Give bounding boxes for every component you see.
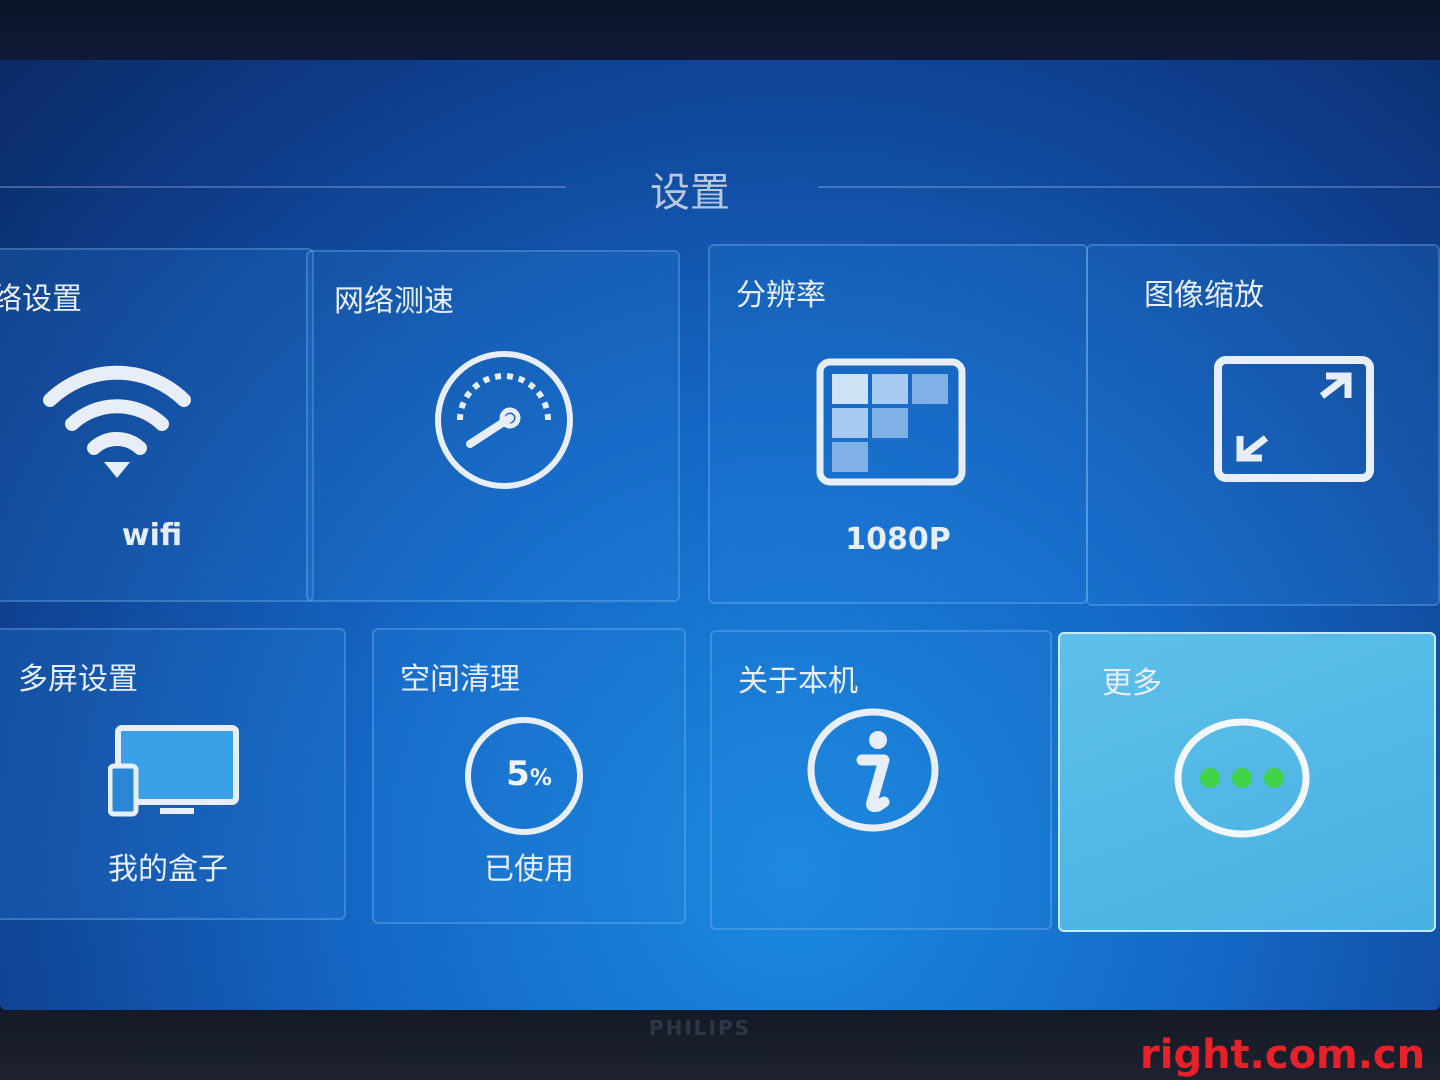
- page-title: 设置: [650, 170, 730, 216]
- header-divider-left: [0, 186, 566, 188]
- usage-percent: 5%: [374, 754, 684, 794]
- info-icon: [807, 708, 939, 832]
- header-divider-right: [818, 186, 1440, 188]
- tile-caption: 已使用: [484, 852, 574, 887]
- tile-caption: 1080P: [845, 522, 951, 557]
- tile-title: 关于本机: [738, 664, 858, 699]
- tile-resolution[interactable]: 分辨率 1080P: [708, 244, 1088, 604]
- phone-monitor-icon: [108, 725, 239, 817]
- tv-brand-logo: PHILIPS: [648, 1016, 752, 1040]
- tile-title: 网络测速: [334, 284, 454, 319]
- tile-title: 络设置: [0, 282, 82, 317]
- tile-caption: wifi: [121, 518, 183, 553]
- tile-caption: 我的盒子: [108, 852, 228, 887]
- tile-title: 图像缩放: [1144, 278, 1264, 313]
- tile-title: 多屏设置: [18, 662, 138, 697]
- wifi-icon: [43, 365, 191, 478]
- tile-title: 分辨率: [736, 278, 826, 313]
- tile-about-device[interactable]: 关于本机: [710, 630, 1052, 930]
- tile-multi-screen[interactable]: 多屏设置 我的盒子: [0, 628, 346, 920]
- more-dots-icon: [1174, 718, 1310, 838]
- usage-unit: %: [529, 766, 552, 791]
- usage-value: 5: [506, 754, 530, 794]
- tile-space-cleanup[interactable]: 空间清理 5% 已使用: [372, 628, 686, 924]
- tile-more[interactable]: 更多: [1058, 632, 1436, 932]
- resolution-grid-icon: [816, 358, 966, 486]
- speedometer-icon: [435, 351, 573, 489]
- tile-image-zoom[interactable]: 图像缩放: [1086, 244, 1440, 606]
- tile-title: 更多: [1102, 666, 1162, 701]
- expand-arrows-icon: [1214, 356, 1374, 482]
- tile-network-settings[interactable]: 络设置 wifi: [0, 248, 314, 602]
- watermark: right.com.cn: [1140, 1032, 1426, 1078]
- tile-speed-test[interactable]: 网络测速: [306, 250, 680, 602]
- tile-title: 空间清理: [400, 662, 520, 697]
